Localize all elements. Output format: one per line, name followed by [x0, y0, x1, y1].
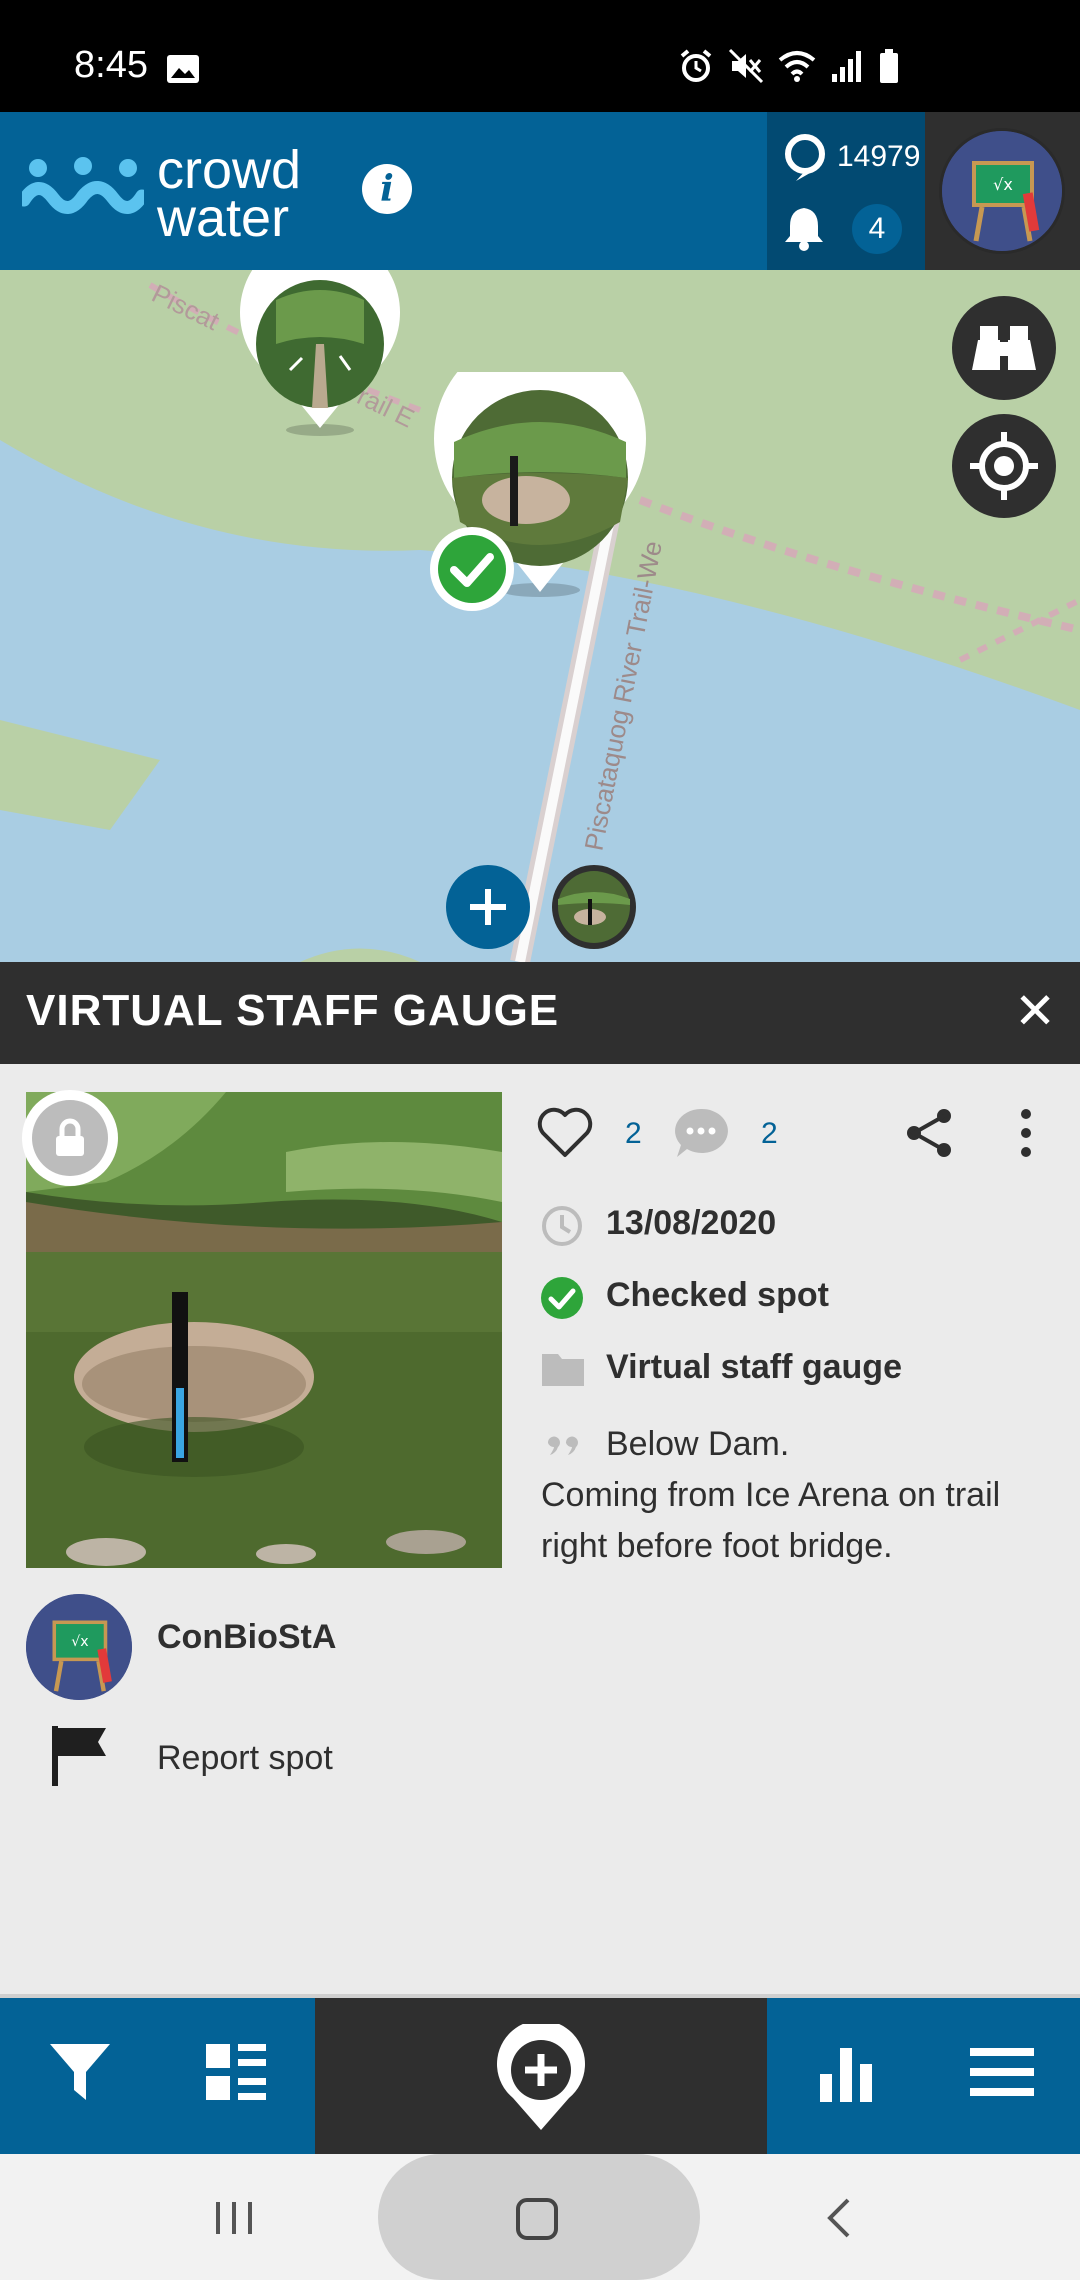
add-spot-tab[interactable]: [315, 1998, 767, 2154]
share-icon[interactable]: [902, 1106, 956, 1160]
add-spot-icon: [497, 2024, 585, 2130]
user-avatar[interactable]: √x: [26, 1594, 132, 1700]
comment-count: 2: [761, 1117, 778, 1150]
spot-thumbnail-image: [558, 871, 630, 943]
home-icon[interactable]: [514, 2196, 560, 2242]
image-icon: [167, 55, 199, 83]
map-add-spot-button[interactable]: [446, 865, 530, 949]
profile-button[interactable]: √x: [925, 112, 1080, 270]
statistics-icon[interactable]: [810, 2036, 882, 2108]
svg-text:√x: √x: [993, 175, 1013, 194]
status-time: 8:45: [74, 44, 148, 86]
sheet-header: VIRTUAL STAFF GAUGE ✕: [0, 962, 1080, 1064]
spot-comment: Below Dam. Coming from Ice Arena on trai…: [541, 1419, 1051, 1572]
mute-icon: [728, 48, 764, 84]
system-navigation-bar: [0, 2154, 1080, 2280]
locate-icon: [970, 432, 1038, 500]
crowdwater-logo: crowd water: [22, 142, 422, 252]
notification-bell-icon[interactable]: [783, 204, 825, 252]
status-bar: 8:45: [0, 0, 1080, 112]
map-spot-marker-selected[interactable]: [430, 332, 650, 612]
recents-icon[interactable]: [212, 2196, 256, 2240]
spot-status: Checked spot: [606, 1276, 829, 1314]
wifi-icon: [778, 51, 816, 82]
plus-icon: [470, 889, 506, 925]
notification-count-badge[interactable]: 4: [852, 204, 902, 254]
spot-category: Virtual staff gauge: [606, 1348, 902, 1386]
lock-indicator: [22, 1090, 118, 1186]
menu-icon[interactable]: [966, 2036, 1038, 2108]
like-count: 2: [625, 1117, 642, 1150]
more-options-icon[interactable]: [1014, 1106, 1038, 1160]
waves-logo-icon: [22, 157, 144, 214]
spot-date: 13/08/2020: [606, 1204, 777, 1242]
info-button[interactable]: i: [362, 164, 412, 214]
lock-icon: [56, 1118, 84, 1156]
chalkboard-avatar-icon: √x: [942, 131, 1062, 251]
map-spot-thumbnail[interactable]: [552, 865, 636, 949]
checked-spot-icon: [430, 527, 514, 611]
filter-icon[interactable]: [44, 2036, 116, 2108]
svg-text:√x: √x: [71, 1634, 88, 1650]
spot-comment-first-line: Below Dam.: [606, 1425, 790, 1463]
list-view-icon[interactable]: [200, 2036, 272, 2108]
avatar[interactable]: √x: [939, 128, 1065, 254]
spot-comment-text: Coming from Ice Arena on trail right bef…: [541, 1476, 1001, 1565]
map-spot-marker[interactable]: [236, 270, 404, 445]
bottom-navigation: [0, 1994, 1080, 2154]
clock-icon: [542, 1206, 582, 1246]
flag-icon[interactable]: [48, 1724, 110, 1788]
sheet-title: VIRTUAL STAFF GAUGE: [26, 986, 560, 1035]
battery-icon: [880, 49, 898, 83]
like-icon[interactable]: [535, 1105, 595, 1159]
report-spot-link[interactable]: Report spot: [157, 1739, 333, 1778]
user-stats-panel[interactable]: 14979 4: [767, 112, 925, 270]
binoculars-button[interactable]: [952, 296, 1056, 400]
checked-spot-icon: [541, 1277, 583, 1319]
logo-text-water: water: [157, 188, 290, 248]
spot-username[interactable]: ConBioStA: [157, 1618, 336, 1657]
back-icon[interactable]: [820, 2196, 860, 2240]
logo-text-crowd: crowd: [157, 140, 302, 200]
map-pin-icon: [240, 270, 400, 436]
comment-icon[interactable]: [671, 1105, 731, 1161]
score-icon: [785, 134, 825, 181]
my-location-button[interactable]: [952, 414, 1056, 518]
chalkboard-avatar-icon: √x: [26, 1594, 132, 1700]
folder-icon: [542, 1354, 584, 1386]
binoculars-icon: [972, 326, 1036, 370]
signal-icon: [832, 51, 861, 82]
score-value: 14979: [837, 140, 921, 173]
map-view[interactable]: Piscataquog River Trail-We Piscat rail E: [0, 270, 1080, 962]
spot-detail-sheet: 2 2 13/08/2020 Checked spot Virtual staf…: [0, 1064, 1080, 1994]
alarm-icon: [680, 49, 712, 82]
close-button[interactable]: ✕: [1014, 986, 1056, 1036]
